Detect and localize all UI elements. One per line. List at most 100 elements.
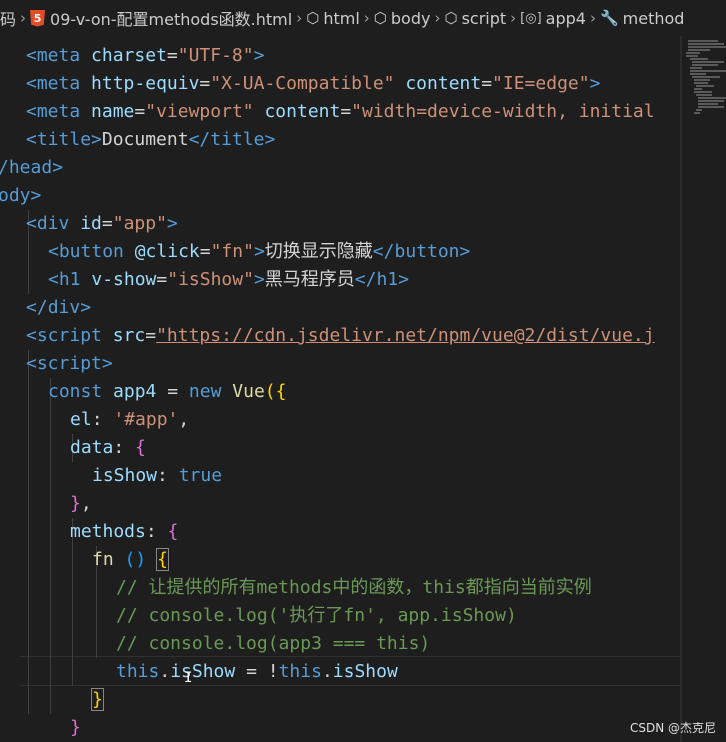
code-line[interactable]: // console.log(app3 === this) xyxy=(116,630,430,658)
breadcrumb-html[interactable]: ⬡ html xyxy=(306,9,360,28)
code-token: ({ xyxy=(264,381,287,402)
code-line[interactable]: // 让提供的所有methods中的函数，this都指向当前实例 xyxy=(116,574,592,602)
code-token: > xyxy=(91,129,102,150)
code-token: { xyxy=(135,437,146,458)
code-token: button xyxy=(394,241,460,262)
code-line[interactable]: <button @click="fn">切换显示隐藏</button> xyxy=(48,238,470,266)
code-token: < xyxy=(26,325,37,346)
minimap-line xyxy=(690,70,726,72)
chevron-right-icon: › xyxy=(434,9,441,27)
code-token: "UTF-8" xyxy=(177,45,254,66)
code-token: "app" xyxy=(112,213,167,234)
code-line[interactable]: methods: { xyxy=(70,518,178,546)
code-token: = xyxy=(199,241,211,262)
minimap-line xyxy=(692,76,720,78)
code-token: { xyxy=(167,521,179,542)
code-line[interactable]: ody> xyxy=(0,182,41,210)
code-token: > xyxy=(52,157,64,178)
breadcrumb-file[interactable]: 5 09-v-on-配置methods函数.html xyxy=(30,6,292,30)
code-line[interactable]: /head> xyxy=(0,154,63,182)
code-token: http-equiv xyxy=(91,73,200,94)
code-token: script xyxy=(36,325,102,346)
code-token: script xyxy=(36,353,102,374)
code-token: = xyxy=(199,73,211,94)
breadcrumb-app4[interactable]: [◎] app4 xyxy=(520,9,586,28)
minimap-line xyxy=(694,82,708,84)
code-line[interactable]: <script> xyxy=(26,350,113,378)
code-token: methods xyxy=(70,521,146,542)
minimap-line xyxy=(694,88,702,90)
code-token: "width=device-width, initial xyxy=(351,101,655,122)
code-token: src xyxy=(112,325,146,346)
code-line[interactable]: fn () { xyxy=(92,546,169,574)
code-line[interactable]: <h1 v-show="isShow">黑马程序员</h1> xyxy=(48,266,409,294)
code-token: < xyxy=(26,129,37,150)
minimap-line xyxy=(692,61,724,63)
code-token: : xyxy=(91,409,114,430)
code-token: h1 xyxy=(58,269,81,290)
minimap-line xyxy=(696,85,714,87)
breadcrumb: 码 › 5 09-v-on-配置methods函数.html › ⬡ html › … xyxy=(0,0,726,36)
code-line[interactable]: <meta charset="UTF-8"> xyxy=(26,42,264,70)
code-token: </ xyxy=(372,241,395,262)
minimap-line xyxy=(698,103,718,105)
code-line[interactable]: </div> xyxy=(26,294,91,322)
code-token: div xyxy=(47,297,81,318)
code-token: content xyxy=(264,101,341,122)
code-line[interactable]: } xyxy=(91,686,104,714)
code-line[interactable]: data: { xyxy=(70,434,146,462)
minimap-line xyxy=(696,109,702,111)
watermark: CSDN @杰克尼 xyxy=(629,721,716,735)
code-token: v-show xyxy=(91,269,157,290)
code-line[interactable]: }, xyxy=(70,490,92,518)
code-editor[interactable]: <meta charset="UTF-8"> <meta http-equiv="… xyxy=(0,36,680,742)
code-line[interactable]: this.isShow = !this.isShow xyxy=(116,658,398,686)
code-line[interactable]: <script src="https://cdn.jsdelivr.net/np… xyxy=(26,322,655,350)
code-token: isShow xyxy=(170,661,236,682)
code-line[interactable]: el: '#app', xyxy=(70,406,189,434)
cube-icon: ⬡ xyxy=(373,9,387,27)
code-token: > xyxy=(166,213,178,234)
code-token: < xyxy=(26,45,37,66)
code-token: title xyxy=(210,129,265,150)
code-line[interactable]: } xyxy=(70,714,81,742)
code-token: < xyxy=(26,73,37,94)
code-line[interactable]: <title>Document</title> xyxy=(26,126,275,154)
code-token: div xyxy=(36,213,70,234)
code-token: fn xyxy=(92,549,114,570)
code-token: < xyxy=(26,101,37,122)
minimap-line xyxy=(692,64,718,66)
code-line[interactable]: // console.log('执行了fn', app.isShow) xyxy=(116,602,517,630)
code-token: < xyxy=(26,213,37,234)
code-line[interactable]: <meta http-equiv="X-UA-Compatible" conte… xyxy=(26,70,600,98)
code-token: new xyxy=(188,381,222,402)
code-token: > xyxy=(253,269,265,290)
code-token: // console.log('执行了fn', app.isShow) xyxy=(116,605,517,626)
code-line[interactable]: const app4 = new Vue({ xyxy=(48,378,286,406)
code-token: h1 xyxy=(376,269,399,290)
breadcrumb-folder[interactable]: 码 xyxy=(0,6,16,30)
code-token: } xyxy=(70,493,81,514)
code-token: charset xyxy=(91,45,167,66)
code-token: const xyxy=(48,381,103,402)
code-token: > xyxy=(398,269,410,290)
code-line[interactable]: <div id="app"> xyxy=(26,210,178,238)
code-token: </ xyxy=(188,129,211,150)
breadcrumb-script[interactable]: ⬡ script xyxy=(444,9,506,28)
minimap[interactable] xyxy=(682,36,726,742)
cube-icon: ⬡ xyxy=(306,9,320,27)
code-token: "viewport" xyxy=(145,101,254,122)
breadcrumb-body[interactable]: ⬡ body xyxy=(374,9,431,28)
code-token: ody xyxy=(0,185,31,206)
chevron-right-icon: › xyxy=(589,9,596,27)
minimap-line xyxy=(686,52,700,54)
code-line[interactable]: <meta name="viewport" content="width=dev… xyxy=(26,98,655,126)
code-line[interactable]: isShow: true xyxy=(92,462,222,490)
code-token: : xyxy=(113,437,136,458)
breadcrumb-method[interactable]: 🔧 method xyxy=(600,9,684,28)
minimap-line xyxy=(698,106,724,108)
